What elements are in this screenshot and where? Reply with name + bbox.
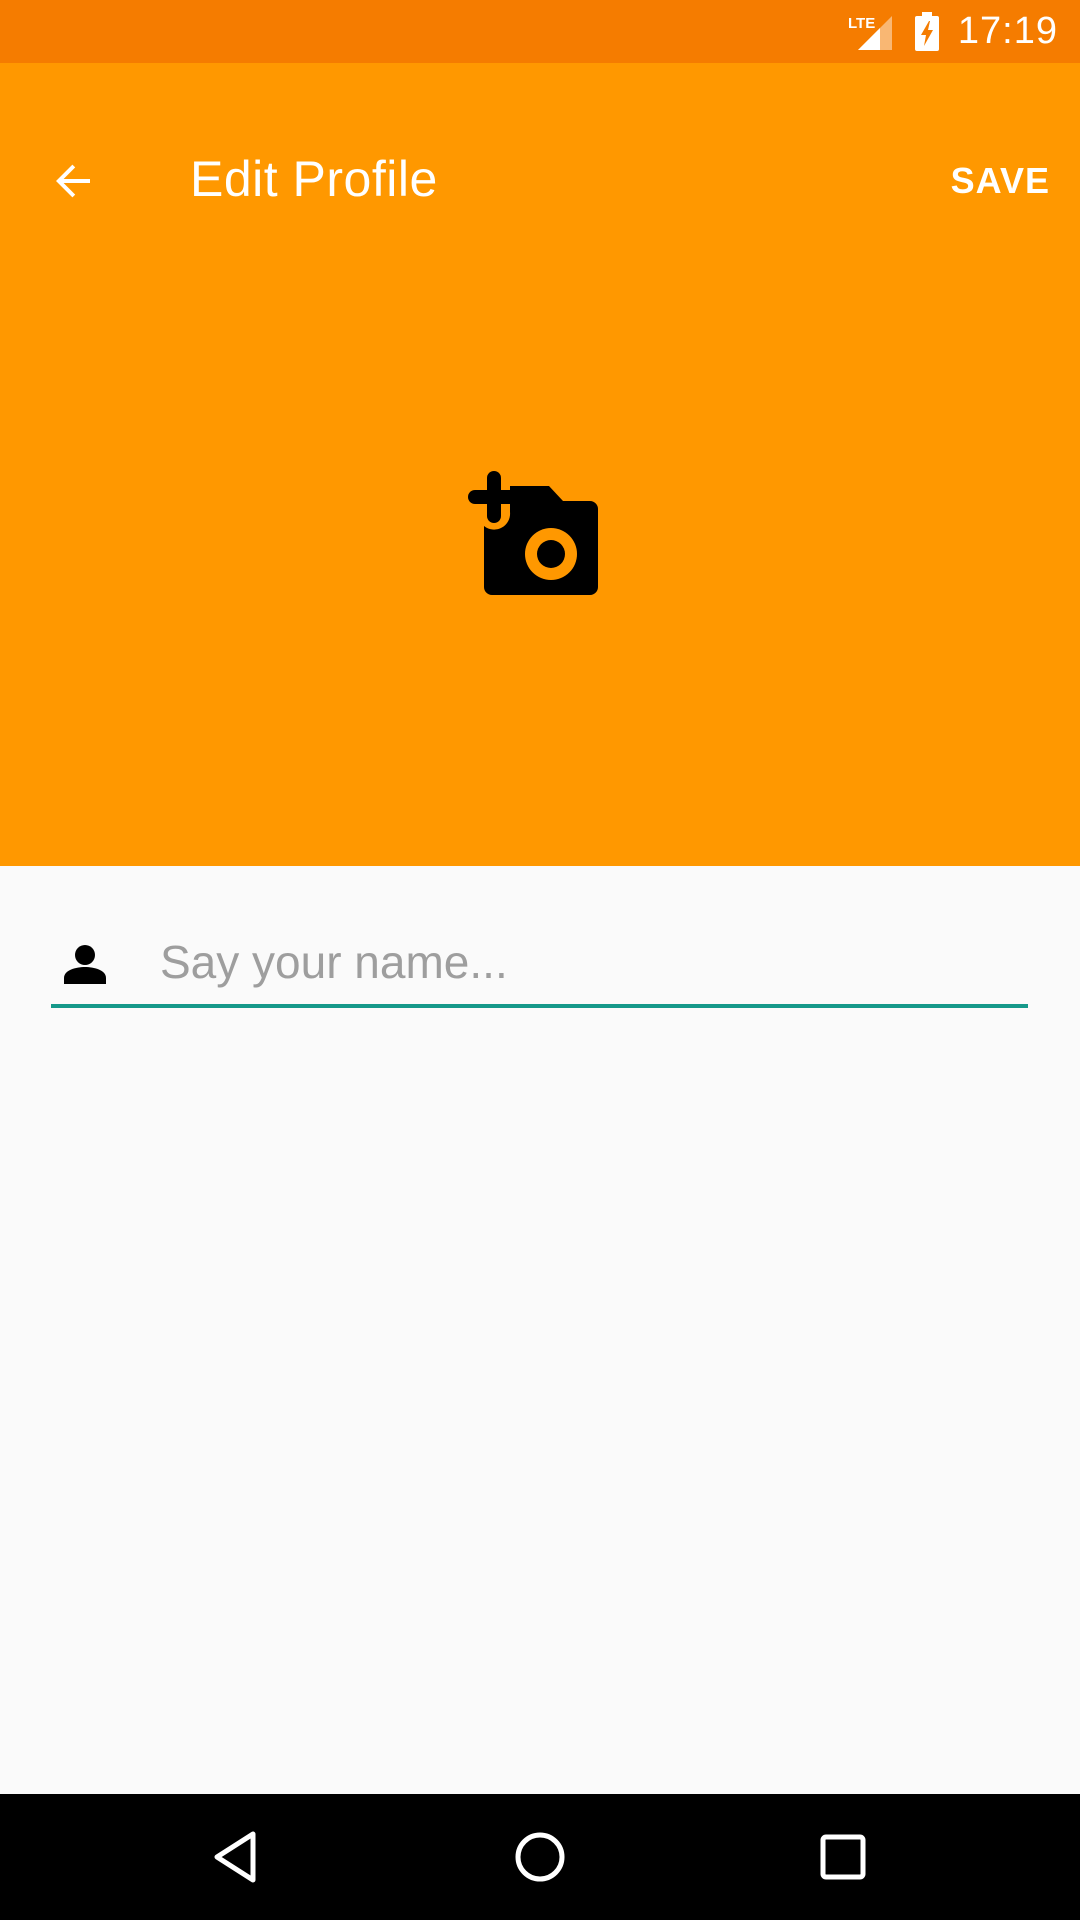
back-triangle-icon [214,1831,256,1883]
nav-back-button[interactable] [182,1812,292,1902]
edit-profile-screen: LTE 17:19 Edit Profile SAVE [0,0,1080,1920]
nav-recents-button[interactable] [788,1812,898,1902]
person-icon [64,945,106,984]
back-button[interactable] [28,135,120,227]
name-field [51,920,1030,1008]
add-a-photo-icon [468,471,598,595]
battery-charging-icon [914,11,940,52]
status-time: 17:19 [957,10,1058,52]
lte-text: LTE [848,15,875,32]
lte-signal-icon: LTE [846,12,896,52]
add-photo-button[interactable] [460,461,620,611]
profile-header: Edit Profile SAVE [0,63,1080,866]
status-bar: LTE 17:19 [0,0,1080,63]
save-button[interactable]: SAVE [945,135,1056,227]
status-indicators: LTE 17:19 [846,0,1058,63]
recents-square-icon [820,1834,866,1880]
name-input[interactable] [156,920,1030,1004]
arrow-back-icon [56,164,90,198]
navigation-bar [0,1794,1080,1920]
nav-home-button[interactable] [485,1812,595,1902]
home-circle-icon [515,1832,565,1882]
page-title: Edit Profile [190,151,438,207]
input-underline [51,1004,1028,1008]
